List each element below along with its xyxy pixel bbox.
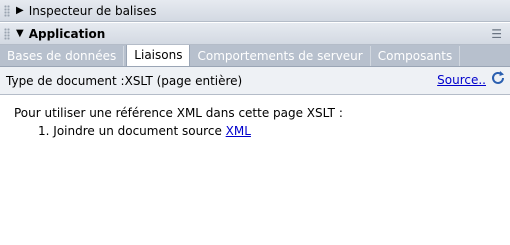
application-tab-bar: Bases de données Liaisons Comportements … [0, 45, 510, 67]
tag-inspector-title: Inspecteur de balises [28, 3, 157, 18]
bindings-content: Pour utiliser une référence XML dans cet… [14, 104, 343, 140]
step-item: 1. Joindre un document source XML [14, 122, 343, 140]
grip-icon[interactable] [4, 27, 10, 40]
refresh-icon[interactable] [490, 70, 506, 86]
collapse-arrow-icon[interactable]: ▼ [16, 28, 24, 39]
application-panel-header[interactable]: ▼ Application ☰ [0, 23, 510, 45]
panel-options-icon[interactable]: ☰ [491, 27, 502, 41]
expand-arrow-icon[interactable]: ▶ [16, 5, 24, 16]
application-title: Application [28, 26, 106, 41]
tab-composants[interactable]: Composants [371, 46, 461, 66]
tab-liaisons[interactable]: Liaisons [126, 45, 191, 66]
tab-bases-de-donnees[interactable]: Bases de données [0, 46, 125, 66]
tag-inspector-panel-header[interactable]: ▶ Inspecteur de balises [0, 0, 510, 22]
xml-source-link[interactable]: XML [226, 124, 251, 138]
intro-text: Pour utiliser une référence XML dans cet… [14, 106, 343, 120]
step-text: Joindre un document source [53, 124, 222, 138]
step-number: 1. [38, 124, 50, 138]
source-link[interactable]: Source.. [437, 73, 486, 87]
grip-icon[interactable] [4, 4, 10, 17]
tab-comportements-de-serveur[interactable]: Comportements de serveur [190, 46, 371, 66]
bindings-toolbar: Type de document :XSLT (page entière) So… [0, 67, 510, 95]
document-type-label: Type de document :XSLT (page entière) [6, 73, 243, 88]
